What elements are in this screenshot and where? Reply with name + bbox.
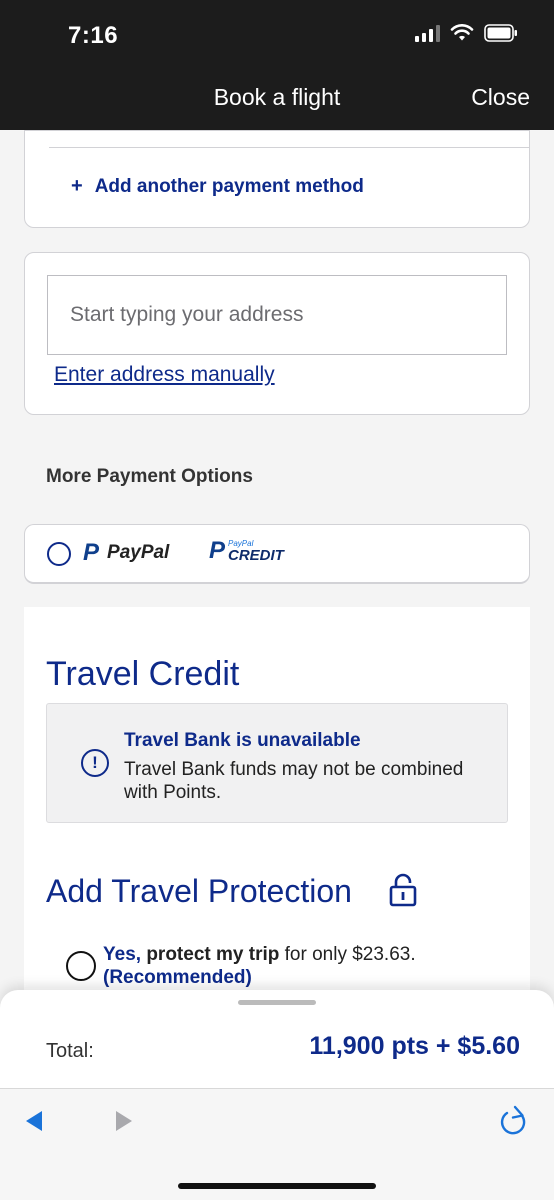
option-protect: protect my trip: [146, 944, 280, 965]
paypal-radio[interactable]: [47, 542, 71, 566]
forward-arrow-icon[interactable]: [114, 1109, 134, 1133]
more-payment-options-heading: More Payment Options: [46, 466, 253, 487]
notice-body: Travel Bank funds may not be combined wi…: [124, 759, 464, 803]
lock-icon: [389, 873, 417, 907]
close-button[interactable]: Close: [471, 84, 530, 111]
wifi-icon: [450, 24, 474, 41]
status-time: 7:16: [68, 22, 119, 49]
billing-address-card: Enter address manually: [24, 252, 530, 415]
plus-icon: +: [71, 175, 83, 197]
status-icons: [415, 24, 518, 42]
add-payment-method-label: Add another payment method: [94, 175, 364, 197]
travel-bank-notice: ! Travel Bank is unavailable Travel Bank…: [46, 703, 508, 823]
cellular-signal-icon: [415, 24, 440, 42]
travel-section: Travel Credit ! Travel Bank is unavailab…: [24, 607, 530, 1027]
battery-icon: [484, 24, 517, 42]
travel-credit-title: Travel Credit: [46, 655, 240, 693]
option-recommended: (Recommended): [103, 967, 252, 988]
protect-trip-option[interactable]: Yes, protect my trip for only $23.63. (R…: [103, 943, 416, 989]
total-sheet[interactable]: Total: 11,900 pts + $5.60: [0, 990, 554, 1088]
back-arrow-icon[interactable]: [24, 1109, 44, 1133]
notice-title: Travel Bank is unavailable: [124, 730, 361, 751]
paypal-credit-label: CREDIT: [228, 546, 284, 564]
option-yes: Yes,: [103, 944, 142, 965]
home-indicator[interactable]: [178, 1183, 376, 1189]
option-price: for only $23.63.: [284, 944, 416, 965]
payment-methods-card: + Add another payment method: [24, 130, 530, 228]
total-label: Total:: [46, 1040, 94, 1062]
paypal-option[interactable]: P PayPal P PayPal CREDIT: [24, 524, 530, 584]
add-payment-method-button[interactable]: + Add another payment method: [71, 175, 364, 198]
paypal-credit-logo: P PayPal CREDIT: [209, 537, 284, 565]
travel-protection-title: Add Travel Protection: [46, 873, 352, 909]
total-value: 11,900 pts + $5.60: [309, 1032, 520, 1060]
info-icon: !: [81, 749, 109, 777]
paypal-logo: P PayPal: [83, 539, 169, 567]
enter-address-manually-link[interactable]: Enter address manually: [54, 363, 275, 387]
paypal-label: PayPal: [107, 542, 170, 563]
sheet-handle[interactable]: [238, 1000, 316, 1005]
reload-icon[interactable]: [498, 1105, 530, 1139]
divider: [49, 147, 529, 148]
protect-trip-radio[interactable]: [66, 951, 96, 981]
paypal-p-icon: P: [83, 539, 100, 566]
paypal-credit-p-icon: P: [209, 537, 226, 564]
top-bar: 7:16 Book a flight Close: [0, 0, 554, 130]
address-search-input[interactable]: [47, 275, 507, 355]
browser-toolbar: [0, 1088, 554, 1200]
